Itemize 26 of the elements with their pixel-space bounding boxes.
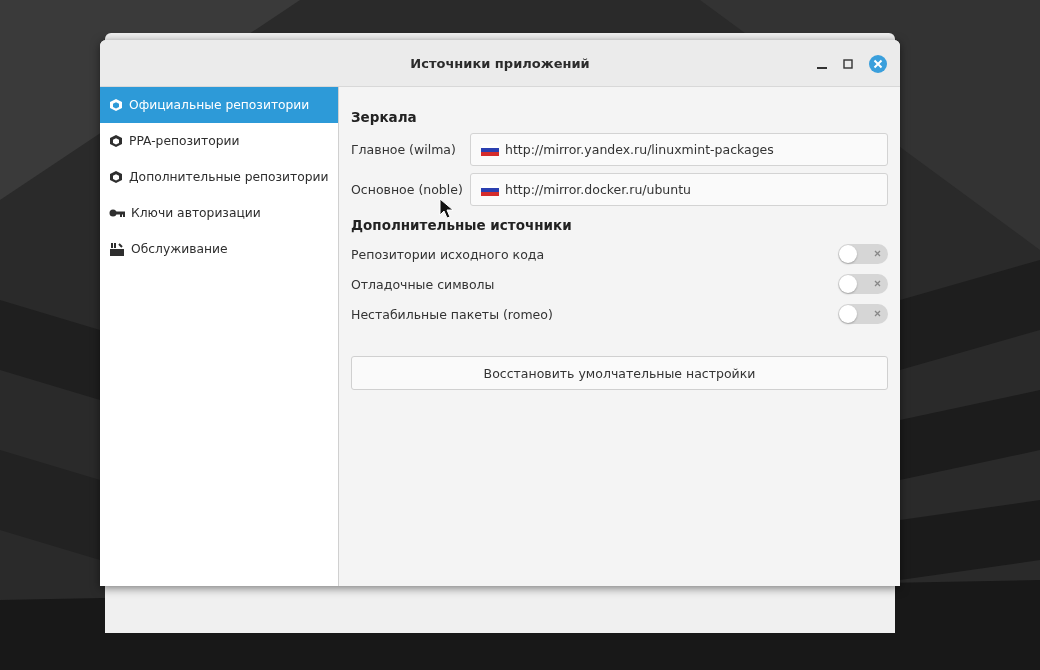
minimize-icon <box>817 67 827 69</box>
toggle-switch[interactable] <box>838 304 888 324</box>
sidebar-item[interactable]: PPA-репозитории <box>100 123 338 159</box>
toggle-label: Отладочные символы <box>351 276 495 292</box>
section-heading: Дополнительные источники <box>351 217 573 233</box>
sidebar-item[interactable]: Обслуживание <box>100 231 338 267</box>
sidebar-item[interactable]: Ключи авторизации <box>100 195 338 231</box>
reset-button[interactable]: Восстановить умолчательные настройки <box>351 356 888 390</box>
mirror-button[interactable]: http://mirror.yandex.ru/linuxmint-packages <box>470 133 888 166</box>
window-title: Источники приложений <box>410 55 590 71</box>
section-heading: Зеркала <box>351 109 418 125</box>
x-icon <box>874 310 881 317</box>
x-icon <box>874 280 881 287</box>
toggle-label: Репозитории исходного кода <box>351 246 545 262</box>
toggle-switch[interactable] <box>838 274 888 294</box>
toggle-switch[interactable] <box>838 244 888 264</box>
close-icon <box>869 55 887 73</box>
sidebar-item[interactable]: Дополнительные репозитории <box>100 159 338 195</box>
mirror-label: Основное (noble) <box>351 182 464 197</box>
toggle-label: Нестабильные пакеты (romeo) <box>351 306 553 322</box>
cursor-icon <box>439 198 455 220</box>
mirror-label: Главное (wilma) <box>351 142 457 157</box>
x-icon <box>874 250 881 257</box>
maximize-icon <box>843 59 853 69</box>
mirror-button[interactable]: http://mirror.docker.ru/ubuntu <box>470 173 888 206</box>
key-icon <box>109 208 125 218</box>
